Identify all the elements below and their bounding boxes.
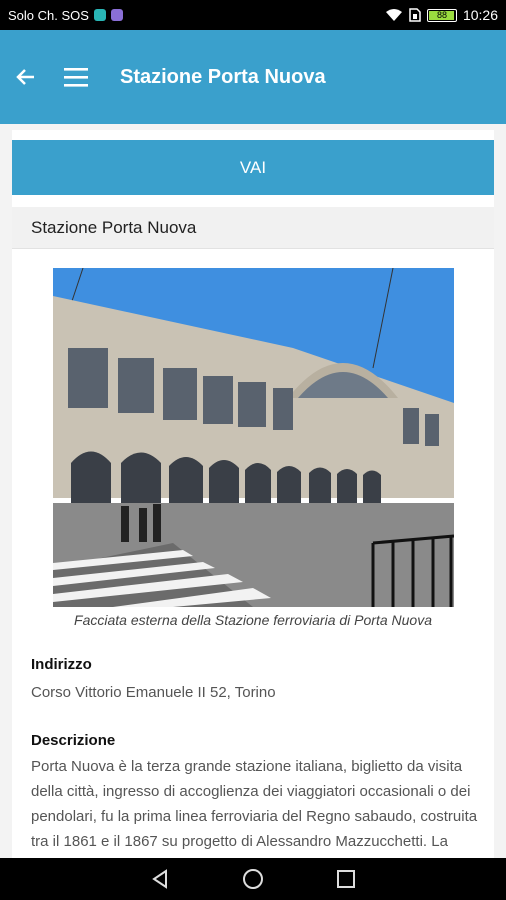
- clock: 10:26: [462, 7, 498, 23]
- content-area: VAI Stazione Porta Nuova Facciata estern…: [0, 124, 506, 858]
- back-arrow-icon[interactable]: [8, 59, 44, 95]
- status-bar: Solo Ch. SOS 88 10:26: [0, 0, 506, 30]
- detail-card: VAI Stazione Porta Nuova Facciata estern…: [12, 130, 494, 858]
- app-bar: Stazione Porta Nuova: [0, 30, 506, 124]
- section-title: Stazione Porta Nuova: [12, 207, 494, 249]
- address-value: Corso Vittorio Emanuele II 52, Torino: [31, 684, 276, 701]
- wifi-icon: [385, 9, 402, 21]
- hamburger-menu-icon[interactable]: [58, 59, 94, 95]
- recents-square-icon[interactable]: [335, 868, 357, 890]
- app-notification-icon: [93, 9, 106, 21]
- battery-level: 88: [436, 10, 447, 20]
- page-title: Stazione Porta Nuova: [120, 65, 326, 88]
- description-value: Porta Nuova è la terza grande stazione i…: [31, 758, 478, 850]
- home-circle-icon[interactable]: [241, 867, 265, 891]
- image-caption: Facciata esterna della Stazione ferrovia…: [74, 612, 432, 628]
- app-notification-icon: [110, 9, 123, 21]
- carrier-group: Solo Ch. SOS: [8, 8, 123, 23]
- sim-icon: [409, 8, 421, 22]
- back-triangle-icon[interactable]: [149, 868, 171, 890]
- battery-icon: 88: [426, 8, 457, 22]
- description-label: Descrizione: [31, 732, 116, 749]
- navigation-bar: [0, 858, 506, 900]
- station-photo: [53, 268, 454, 607]
- carrier-name: Solo Ch. SOS: [8, 7, 89, 23]
- go-button[interactable]: VAI: [12, 140, 494, 195]
- address-label: Indirizzo: [31, 656, 92, 673]
- status-icons: 88 10:26: [385, 7, 498, 23]
